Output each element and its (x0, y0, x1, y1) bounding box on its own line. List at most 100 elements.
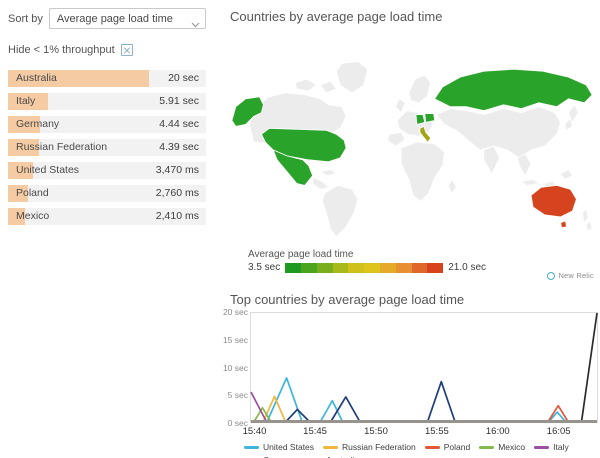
legend-item-russian-federation[interactable]: Russian Federation (323, 442, 416, 452)
country-row[interactable]: United States 3,470 ms (8, 162, 206, 179)
country-name: Australia (16, 72, 57, 84)
dashboard: Sort by Average page load time Hide < 1%… (0, 0, 600, 458)
map-asia (436, 106, 562, 159)
series-line-italy (251, 392, 597, 422)
map-arctic-islands (294, 78, 317, 92)
map-greenland (335, 61, 369, 94)
chart-x-axis: 15:40 15:45 15:50 15:55 16:00 16:05 (243, 426, 598, 438)
sort-by-select[interactable]: Average page load time (48, 8, 206, 29)
world-map (226, 52, 600, 246)
page-title: Countries by average page load time (230, 9, 443, 24)
new-relic-logo[interactable]: New Relic (547, 271, 594, 280)
map-legend: 3.5 sec 21.0 sec (248, 262, 486, 273)
country-value: 3,470 ms (155, 164, 199, 176)
map-scandinavia (408, 74, 432, 104)
series-line-germany (251, 382, 597, 422)
country-name: Poland (16, 187, 49, 199)
chart-x-axis-line (251, 420, 597, 423)
country-value: 5.91 sec (159, 95, 199, 107)
legend-item-italy[interactable]: Italy (534, 442, 569, 452)
map-new-guinea (560, 169, 573, 180)
gradient-segment (301, 262, 317, 273)
map-country-germany[interactable] (415, 114, 426, 125)
sort-by-label: Sort by (8, 12, 43, 25)
timeseries-chart: 15:40 15:45 15:50 15:55 16:00 16:05 20 sec 15 … (222, 307, 600, 438)
y-tick-label: 5 sec (227, 390, 248, 401)
map-iberia (387, 131, 406, 147)
hide-throughput-row: Hide < 1% throughput (8, 44, 206, 56)
legend-item-poland[interactable]: Poland (424, 442, 471, 452)
map-new-zealand (585, 220, 593, 232)
map-united-kingdom (394, 98, 406, 113)
country-name: Russian Federation (16, 141, 108, 153)
country-name: Germany (16, 118, 60, 130)
legend-dash-icon (323, 445, 339, 449)
map-central-america (312, 177, 329, 190)
map-country-australia[interactable] (530, 185, 577, 218)
country-row[interactable]: Italy 5.91 sec (8, 93, 206, 110)
legend-dash-icon (424, 445, 440, 449)
legend-item-mexico[interactable]: Mexico (479, 442, 525, 452)
hide-throughput-checkbox[interactable] (120, 44, 133, 56)
map-indonesia (520, 179, 540, 186)
map-country-russia[interactable] (434, 68, 593, 112)
map-india (483, 145, 501, 174)
map-legend-title: Average page load time (248, 249, 354, 260)
map-cuba (320, 169, 337, 176)
country-name: United States (16, 164, 80, 176)
color-gradient-bar (285, 262, 444, 273)
country-value: 2,410 ms (155, 210, 199, 222)
map-country-united-states[interactable] (261, 127, 347, 163)
legend-label: Mexico (498, 442, 526, 452)
chart-title: Top countries by average page load time (230, 292, 465, 307)
y-tick-label: 0 sec (227, 418, 248, 428)
map-tasmania (560, 220, 567, 229)
chevron-down-icon (191, 15, 200, 33)
country-row[interactable]: Germany 4.44 sec (8, 116, 206, 133)
country-row[interactable]: Russian Federation 4.39 sec (8, 139, 206, 156)
gradient-segment (332, 262, 349, 273)
legend-label: Italy (553, 442, 569, 452)
gradient-segment (348, 262, 365, 273)
new-relic-logo-text: New Relic (558, 271, 594, 280)
country-value: 20 sec (168, 72, 199, 84)
gradient-segment (395, 262, 412, 273)
map-japan (564, 118, 573, 131)
gradient-segment (364, 262, 381, 273)
gradient-segment (285, 262, 302, 273)
sort-row: Sort by Average page load time (8, 8, 206, 29)
series-line-australia (251, 313, 597, 422)
map-africa (400, 141, 445, 202)
chart-legend: United States Russian Federation Poland Mex… (244, 442, 600, 458)
map-south-america (322, 185, 359, 237)
x-tick-label: 15:55 (424, 426, 449, 437)
legend-label: Poland (443, 442, 471, 452)
map-country-poland[interactable] (424, 113, 436, 123)
gradient-segment (380, 262, 396, 273)
series-line-russian-federation (251, 396, 597, 422)
country-name: Italy (16, 95, 36, 107)
legend-item-united-states[interactable]: United States (244, 442, 314, 452)
map-madagascar (448, 179, 457, 194)
y-tick-label: 20 sec (222, 307, 248, 317)
country-row[interactable]: Mexico 2,410 ms (8, 208, 206, 225)
map-new-zealand (581, 208, 589, 224)
map-legend-max: 21.0 sec (448, 262, 487, 273)
map-legend-min: 3.5 sec (248, 262, 281, 273)
country-value: 4.44 sec (159, 118, 199, 130)
country-value: 4.39 sec (159, 141, 199, 153)
legend-label: Russian Federation (342, 442, 416, 452)
map-arctic-islands (320, 80, 337, 94)
chart-plot-area (250, 312, 598, 423)
hide-throughput-label: Hide < 1% throughput (8, 44, 115, 56)
x-tick-label: 15:45 (303, 426, 327, 437)
country-row[interactable]: Australia 20 sec (8, 70, 206, 87)
legend-dash-icon (244, 445, 259, 449)
country-list: Australia 20 sec Italy 5.91 sec Germany 4.44 … (8, 70, 206, 225)
country-value: 2,760 ms (155, 187, 199, 199)
gradient-segment (316, 262, 333, 273)
country-row[interactable]: Poland 2,760 ms (8, 185, 206, 202)
country-name: Mexico (16, 210, 50, 222)
x-tick-label: 16:00 (485, 426, 510, 437)
x-tick-label: 16:05 (546, 426, 571, 437)
